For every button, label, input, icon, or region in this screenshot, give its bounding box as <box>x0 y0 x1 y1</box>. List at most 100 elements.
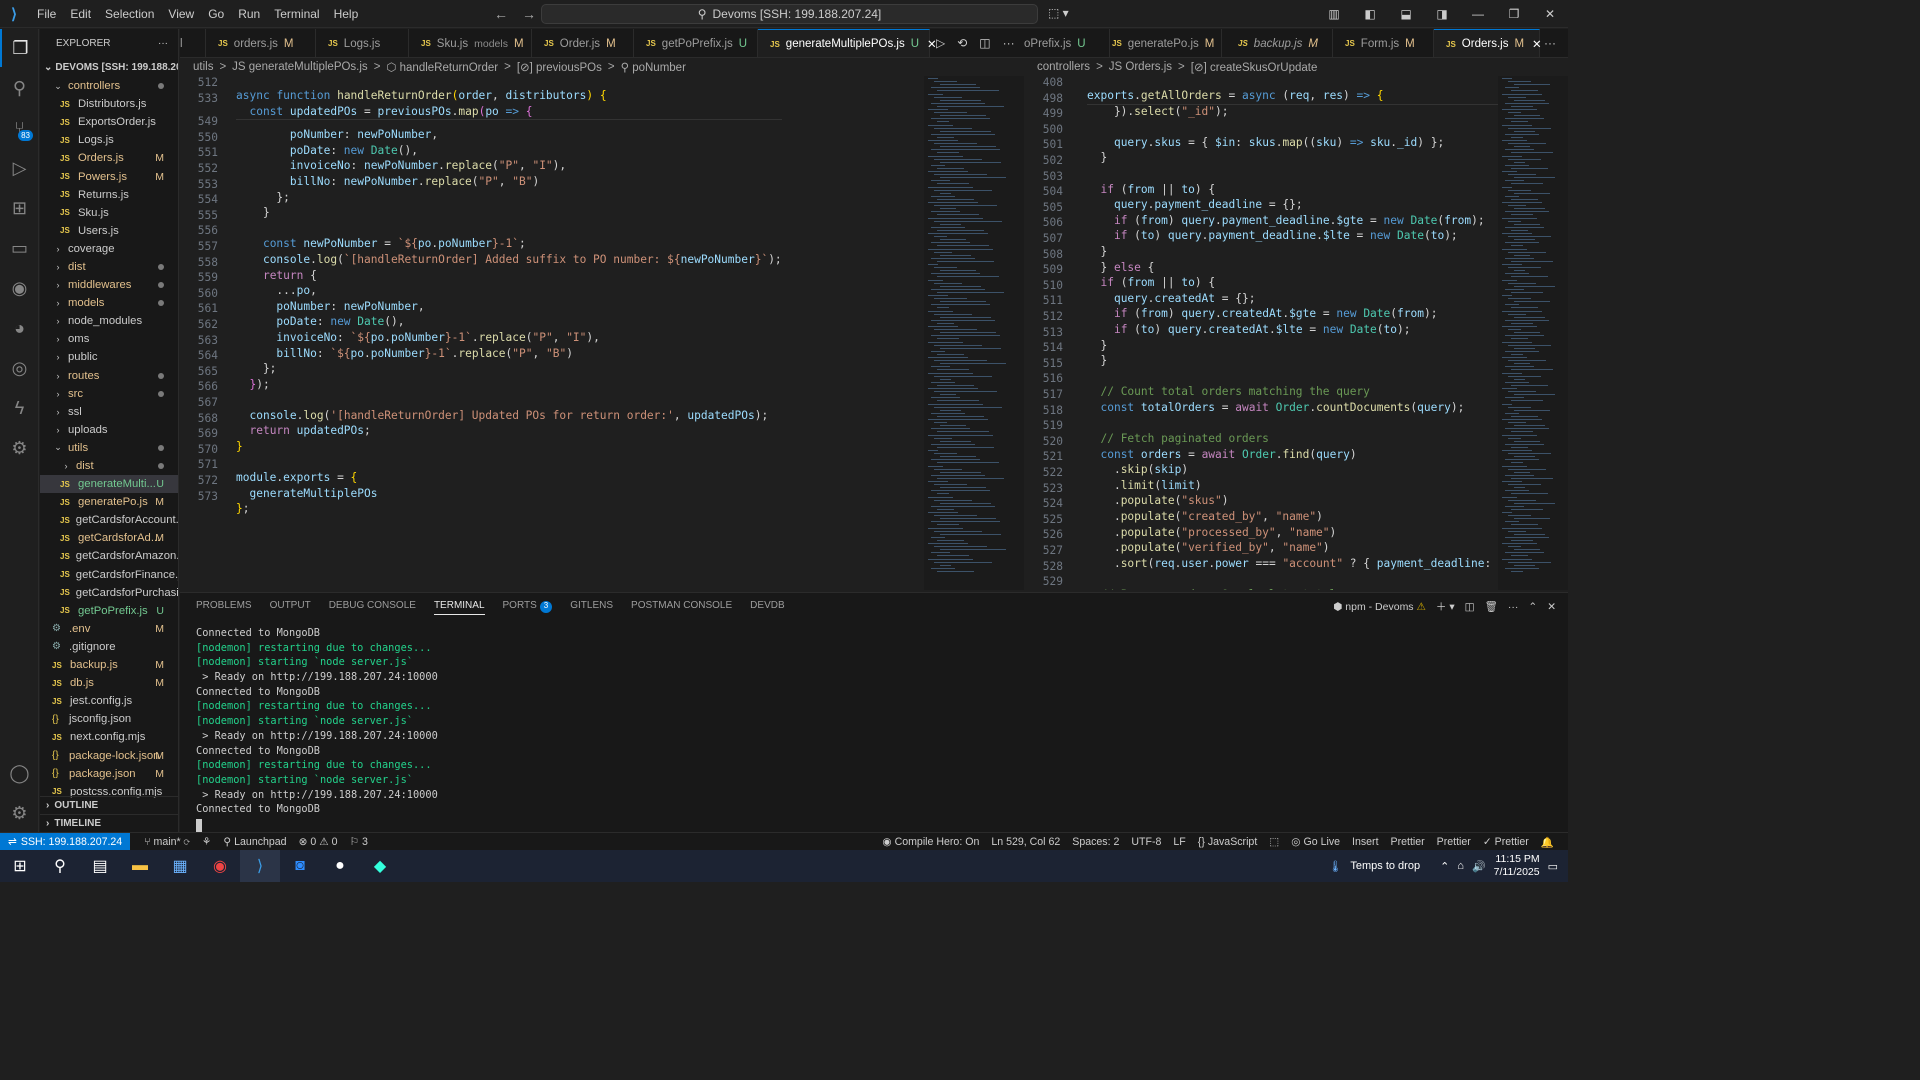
python-icon[interactable]: ⚙ <box>0 429 39 467</box>
file-tree-item[interactable]: › models <box>40 294 178 312</box>
toggle-sidebar-icon[interactable]: ◧ <box>1352 7 1388 21</box>
tab-ports[interactable]: PORTS 3 <box>503 600 553 615</box>
file-tree-item[interactable]: JS Powers.js M <box>40 167 178 185</box>
menu-help[interactable]: Help <box>327 0 366 28</box>
chrome-icon[interactable]: ◉ <box>200 850 240 882</box>
file-tree-item[interactable]: › oms <box>40 330 178 348</box>
file-tree-item[interactable]: › src <box>40 385 178 403</box>
new-terminal-icon[interactable]: ＋ ▾ <box>1436 599 1455 614</box>
windows-start-icon[interactable]: ⊞ <box>0 850 40 882</box>
language-mode[interactable]: {} JavaScript <box>1198 836 1258 848</box>
file-tree-item[interactable]: › public <box>40 348 178 366</box>
breadcrumb-item[interactable]: ⬡ handleReturnOrder <box>386 60 498 74</box>
explorer-icon[interactable]: ❐ <box>0 29 39 67</box>
cursor-position[interactable]: Ln 529, Col 62 <box>991 836 1060 848</box>
app-icon-2[interactable]: ◆ <box>360 850 400 882</box>
file-tree-item[interactable]: JS db.js M <box>40 674 178 692</box>
file-tree-item[interactable]: JS getCardsforAmazon.js <box>40 547 178 565</box>
indentation[interactable]: Spaces: 2 <box>1072 836 1119 848</box>
tab-orders[interactable]: JS orders.js M <box>206 29 316 57</box>
tab-getpoprefix[interactable]: JS getPoPrefix.js U <box>634 29 758 57</box>
file-tree-item[interactable]: JS Returns.js <box>40 186 178 204</box>
search-icon[interactable]: ⚲ <box>40 850 80 882</box>
toggle-secondary-sidebar-icon[interactable]: ◨ <box>1424 7 1460 21</box>
trash-icon[interactable]: 🗑 <box>1485 600 1498 613</box>
more-icon[interactable]: ··· <box>1544 36 1556 50</box>
store-icon[interactable]: ▦ <box>160 850 200 882</box>
file-explorer-icon[interactable]: ▬ <box>120 850 160 882</box>
file-tree-item[interactable]: › node_modules <box>40 312 178 330</box>
weather-text[interactable]: Temps to drop <box>1350 860 1420 872</box>
tab-devdb[interactable]: DEVDB <box>750 600 784 615</box>
source-control-icon[interactable]: ⑂ 83 <box>0 109 39 147</box>
task-view-icon[interactable]: ▤ <box>80 850 120 882</box>
database-icon[interactable]: ◎ <box>0 349 39 387</box>
split-terminal-icon[interactable]: ◫ <box>1465 601 1475 613</box>
tab-generatemultiplepos[interactable]: JS generateMultiplePOs.js U ✕ <box>758 29 937 57</box>
copilot-status-icon[interactable]: ⬚ <box>1269 836 1279 848</box>
go-live[interactable]: ◎ Go Live <box>1291 836 1340 848</box>
copilot-icon[interactable]: ⬚ ▾ <box>1048 6 1069 20</box>
postman-icon[interactable]: ◕ <box>0 309 39 347</box>
menu-edit[interactable]: Edit <box>63 0 98 28</box>
launchpad[interactable]: ⚲ Launchpad <box>223 836 286 848</box>
file-tree-item[interactable]: ⚙ .env M <box>40 620 178 638</box>
close-tab-icon[interactable]: ✕ <box>1532 37 1542 51</box>
compile-hero[interactable]: ◉ Compile Hero: On <box>882 836 979 848</box>
tab-logs[interactable]: JS Logs.js <box>316 29 409 57</box>
file-tree-item[interactable]: ⌄ controllers <box>40 77 178 95</box>
file-tree-item[interactable]: ⌄ utils <box>40 439 178 457</box>
file-tree-item[interactable]: JS backup.js M <box>40 656 178 674</box>
close-panel-icon[interactable]: ✕ <box>1547 601 1556 613</box>
file-tree-item[interactable]: › ssl <box>40 403 178 421</box>
terminal-output[interactable]: Connected to MongoDB [nodemon] restarting… <box>196 627 1536 818</box>
branch-indicator[interactable]: ⑂ main* ⟳ <box>144 836 190 848</box>
account-icon[interactable]: ◯ <box>0 754 39 792</box>
prettier-2[interactable]: Prettier <box>1437 836 1471 848</box>
tab-terminal[interactable]: TERMINAL <box>433 600 485 615</box>
close-window-icon[interactable]: ✕ <box>1532 7 1568 21</box>
editor-left[interactable]: 512 533 549 550 551 552 553 554 555 556 557 558 559 5… <box>180 76 924 590</box>
outline-section[interactable]: › OUTLINE <box>40 796 178 814</box>
menu-go[interactable]: Go <box>201 0 231 28</box>
more-icon[interactable]: ··· <box>1003 36 1015 50</box>
tab-problems[interactable]: PROBLEMS <box>196 600 252 615</box>
breadcrumb-item[interactable]: JS Orders.js <box>1109 61 1172 73</box>
menu-terminal[interactable]: Terminal <box>267 0 326 28</box>
extensions-icon[interactable]: ⊞ <box>0 189 39 227</box>
file-tree-item[interactable]: JS Sku.js <box>40 204 178 222</box>
tab-generatepo[interactable]: JS generatePo.js M <box>1100 29 1222 57</box>
back-arrow-icon[interactable]: ← <box>494 6 508 22</box>
gitlens-status-icon[interactable]: ⚘ <box>202 836 212 848</box>
menu-run[interactable]: Run <box>231 0 267 28</box>
tab-form[interactable]: JS Form.js M <box>1333 29 1434 57</box>
end-of-line[interactable]: LF <box>1173 836 1185 848</box>
breadcrumb-item[interactable]: controllers <box>1037 61 1090 73</box>
insert-mode[interactable]: Insert <box>1352 836 1379 848</box>
network-icon[interactable]: ⌂ <box>1457 860 1464 872</box>
restore-icon[interactable]: ❐ <box>1496 7 1532 21</box>
file-tree-item[interactable]: › coverage <box>40 240 178 258</box>
minimap-right[interactable] <box>1498 76 1568 590</box>
breadcrumb-item[interactable]: utils <box>193 61 213 73</box>
maximize-panel-icon[interactable]: ⌃ <box>1528 601 1537 613</box>
file-tree-item[interactable]: JS jest.config.js <box>40 692 178 710</box>
more-actions-icon[interactable]: ··· <box>158 38 168 49</box>
command-center[interactable]: ⚲ Devoms [SSH: 199.188.207.24] <box>541 4 1038 24</box>
file-tree-item[interactable]: › uploads <box>40 421 178 439</box>
more-icon[interactable]: ··· <box>1508 601 1519 613</box>
breadcrumb-item[interactable]: [⊘] createSkusOrUpdate <box>1191 60 1318 74</box>
forward-arrow-icon[interactable]: → <box>522 6 536 22</box>
toggle-panel-icon[interactable]: ⬓ <box>1388 7 1424 21</box>
split-editor-icon[interactable]: ◫ <box>979 36 990 50</box>
tray-chevron-icon[interactable]: ⌃ <box>1440 860 1449 873</box>
prettier-1[interactable]: Prettier <box>1391 836 1425 848</box>
file-tree-item[interactable]: JS getCardsforFinance.js <box>40 566 178 584</box>
file-tree-item[interactable]: › middlewares <box>40 276 178 294</box>
file-tree-item[interactable]: JS getCardsforAd... M <box>40 529 178 547</box>
tab-backup[interactable]: JS backup.js M <box>1226 29 1333 57</box>
tab-postman-console[interactable]: POSTMAN CONSOLE <box>631 600 732 615</box>
file-tree-item[interactable]: {} jsconfig.json <box>40 710 178 728</box>
file-tree-item[interactable]: JS Distributors.js <box>40 95 178 113</box>
menu-selection[interactable]: Selection <box>98 0 161 28</box>
